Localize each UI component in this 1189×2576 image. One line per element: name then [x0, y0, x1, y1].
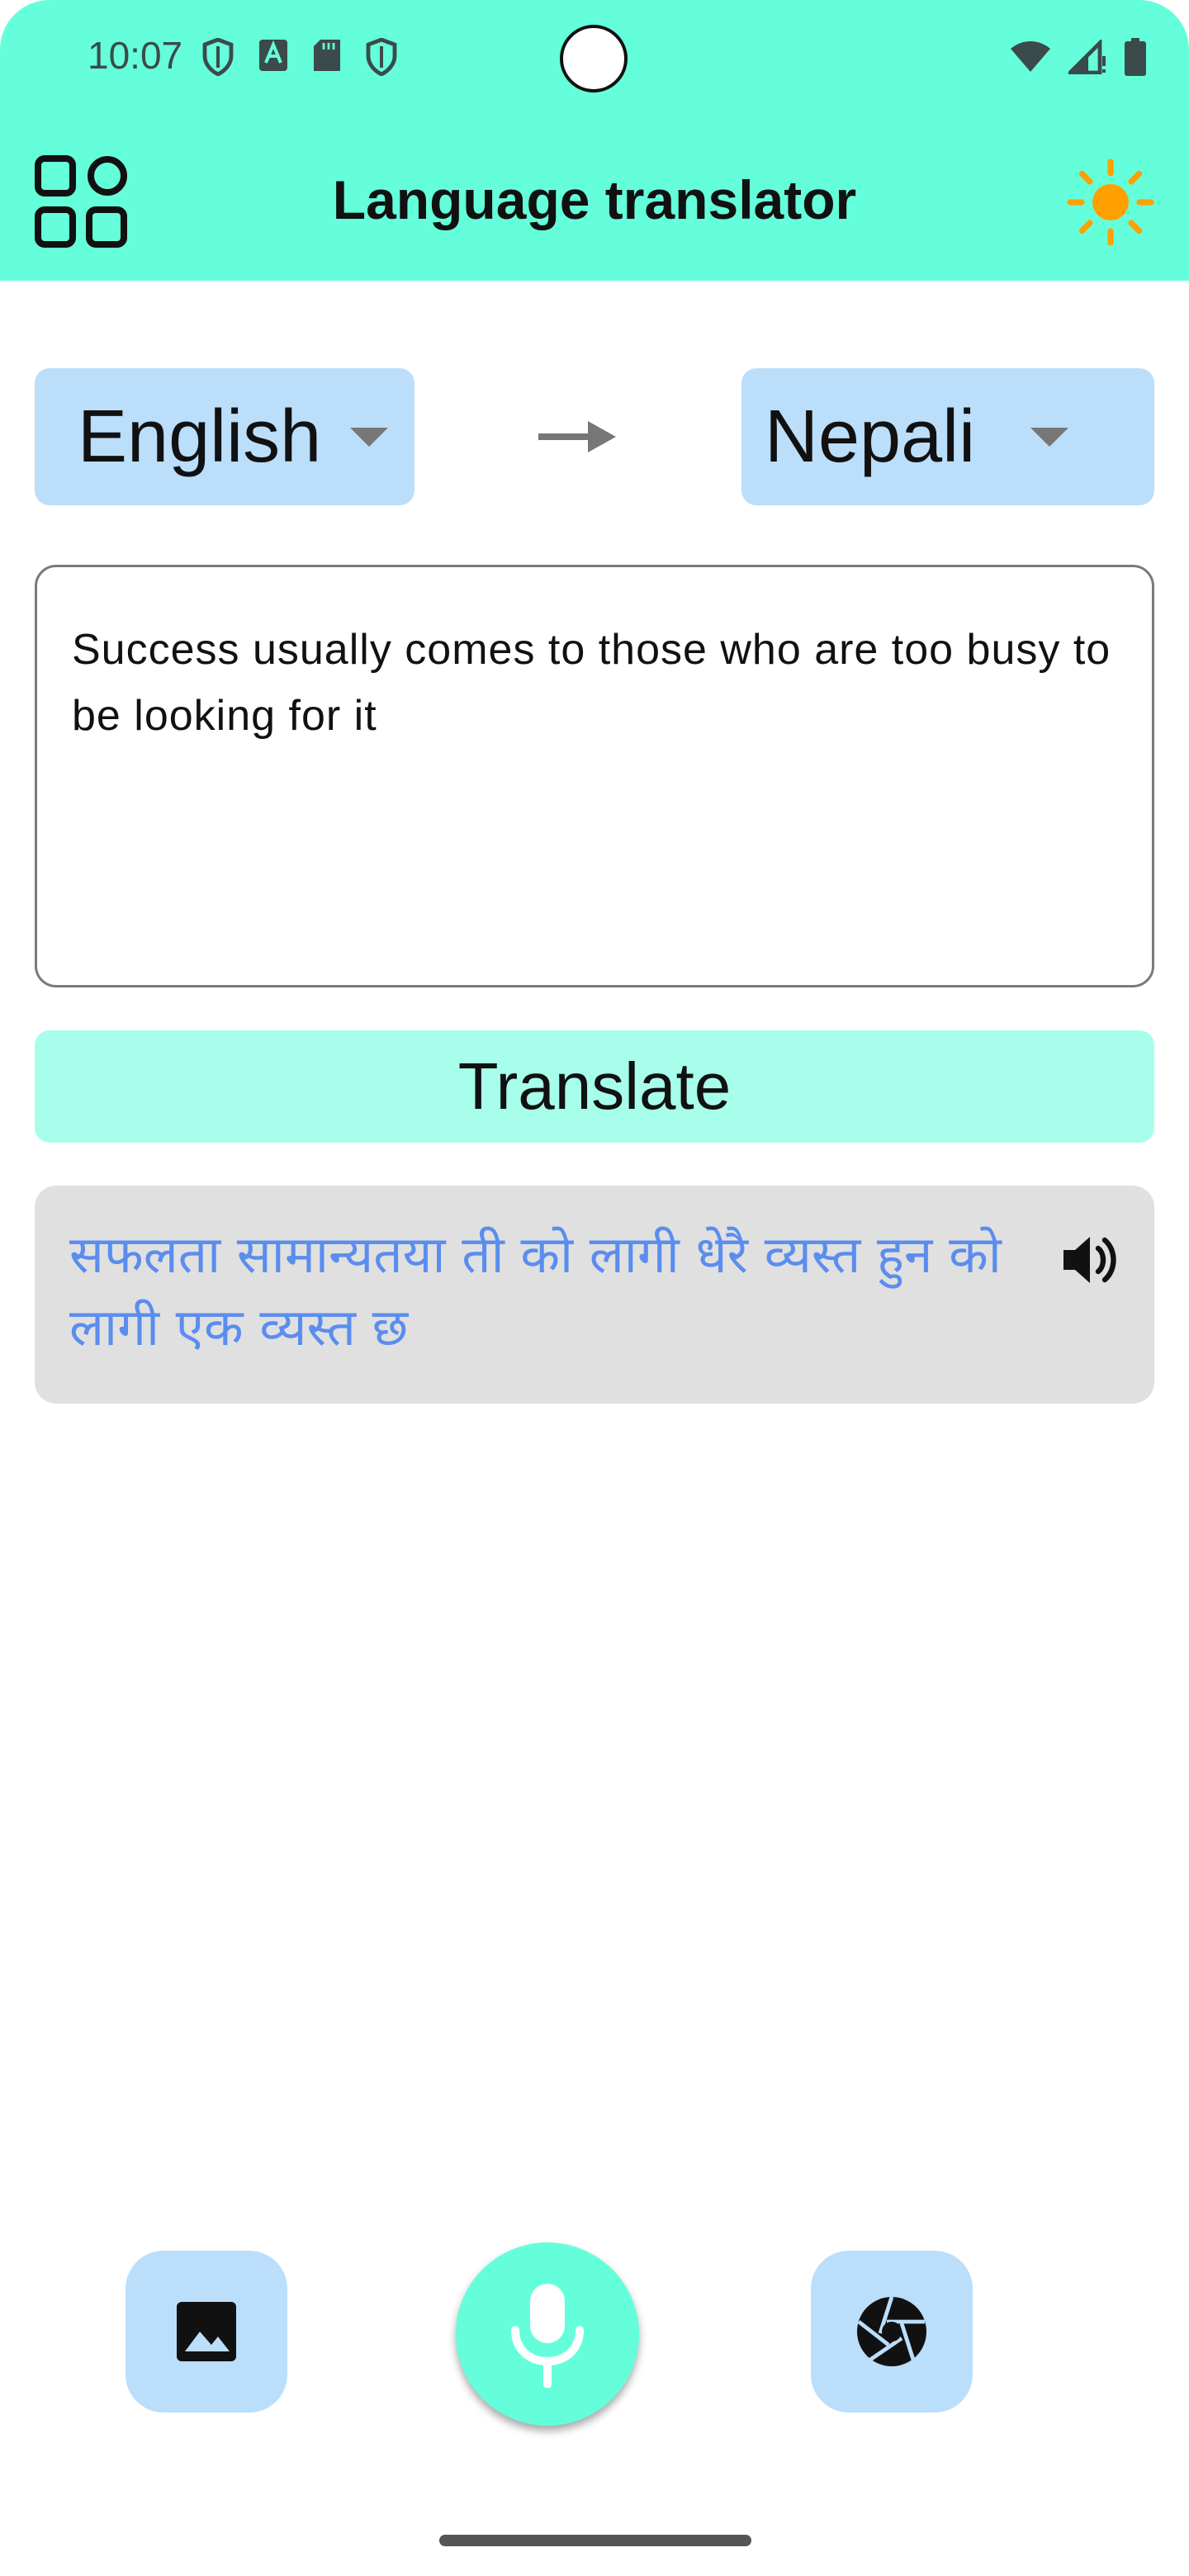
sun-icon — [1067, 159, 1154, 246]
camera-shutter-icon — [857, 2296, 926, 2366]
shield-icon — [202, 38, 234, 76]
chevron-down-icon — [1030, 428, 1068, 447]
source-text-input[interactable]: Success usually comes to those who are t… — [35, 565, 1154, 987]
wifi-icon — [1011, 41, 1050, 72]
app-title: Language translator — [332, 169, 857, 230]
microphone-button[interactable] — [456, 2242, 639, 2426]
translation-output: सफलता सामान्यतया ती को लागी धेरै व्यस्त … — [35, 1186, 1154, 1404]
microphone-icon — [511, 2284, 584, 2388]
battery-icon — [1125, 38, 1146, 76]
camera-button[interactable] — [811, 2251, 973, 2413]
image-icon — [177, 2302, 236, 2361]
sd-card-icon — [314, 40, 340, 71]
speaker-icon[interactable] — [1059, 1229, 1121, 1291]
chevron-down-icon — [350, 428, 388, 447]
status-icons-left — [201, 38, 398, 76]
arrow-right-icon — [538, 421, 616, 452]
shield-icon-2 — [366, 38, 397, 76]
translator-screen: 10:07 Language translator English Nepali… — [0, 0, 1189, 2576]
cell-signal-icon — [1068, 40, 1106, 74]
theme-toggle-button[interactable] — [1065, 157, 1156, 248]
status-icons-right — [1009, 38, 1146, 76]
translate-button[interactable]: Translate — [35, 1030, 1154, 1143]
font-a-icon — [259, 40, 287, 71]
home-indicator[interactable] — [439, 2535, 751, 2546]
translated-text: सफलता सामान्यतया ती को लागी धेरै व्यस्त … — [69, 1224, 1002, 1357]
source-language-label: English — [78, 395, 322, 478]
target-language-label: Nepali — [765, 395, 976, 478]
gallery-button[interactable] — [126, 2251, 287, 2413]
target-language-dropdown[interactable]: Nepali — [741, 368, 1154, 505]
source-text-value: Success usually comes to those who are t… — [72, 626, 1111, 740]
app-header: 10:07 Language translator — [0, 0, 1189, 281]
camera-cutout — [560, 25, 628, 92]
translate-button-label: Translate — [457, 1049, 732, 1123]
source-language-dropdown[interactable]: English — [35, 368, 414, 505]
status-time: 10:07 — [88, 34, 183, 77]
